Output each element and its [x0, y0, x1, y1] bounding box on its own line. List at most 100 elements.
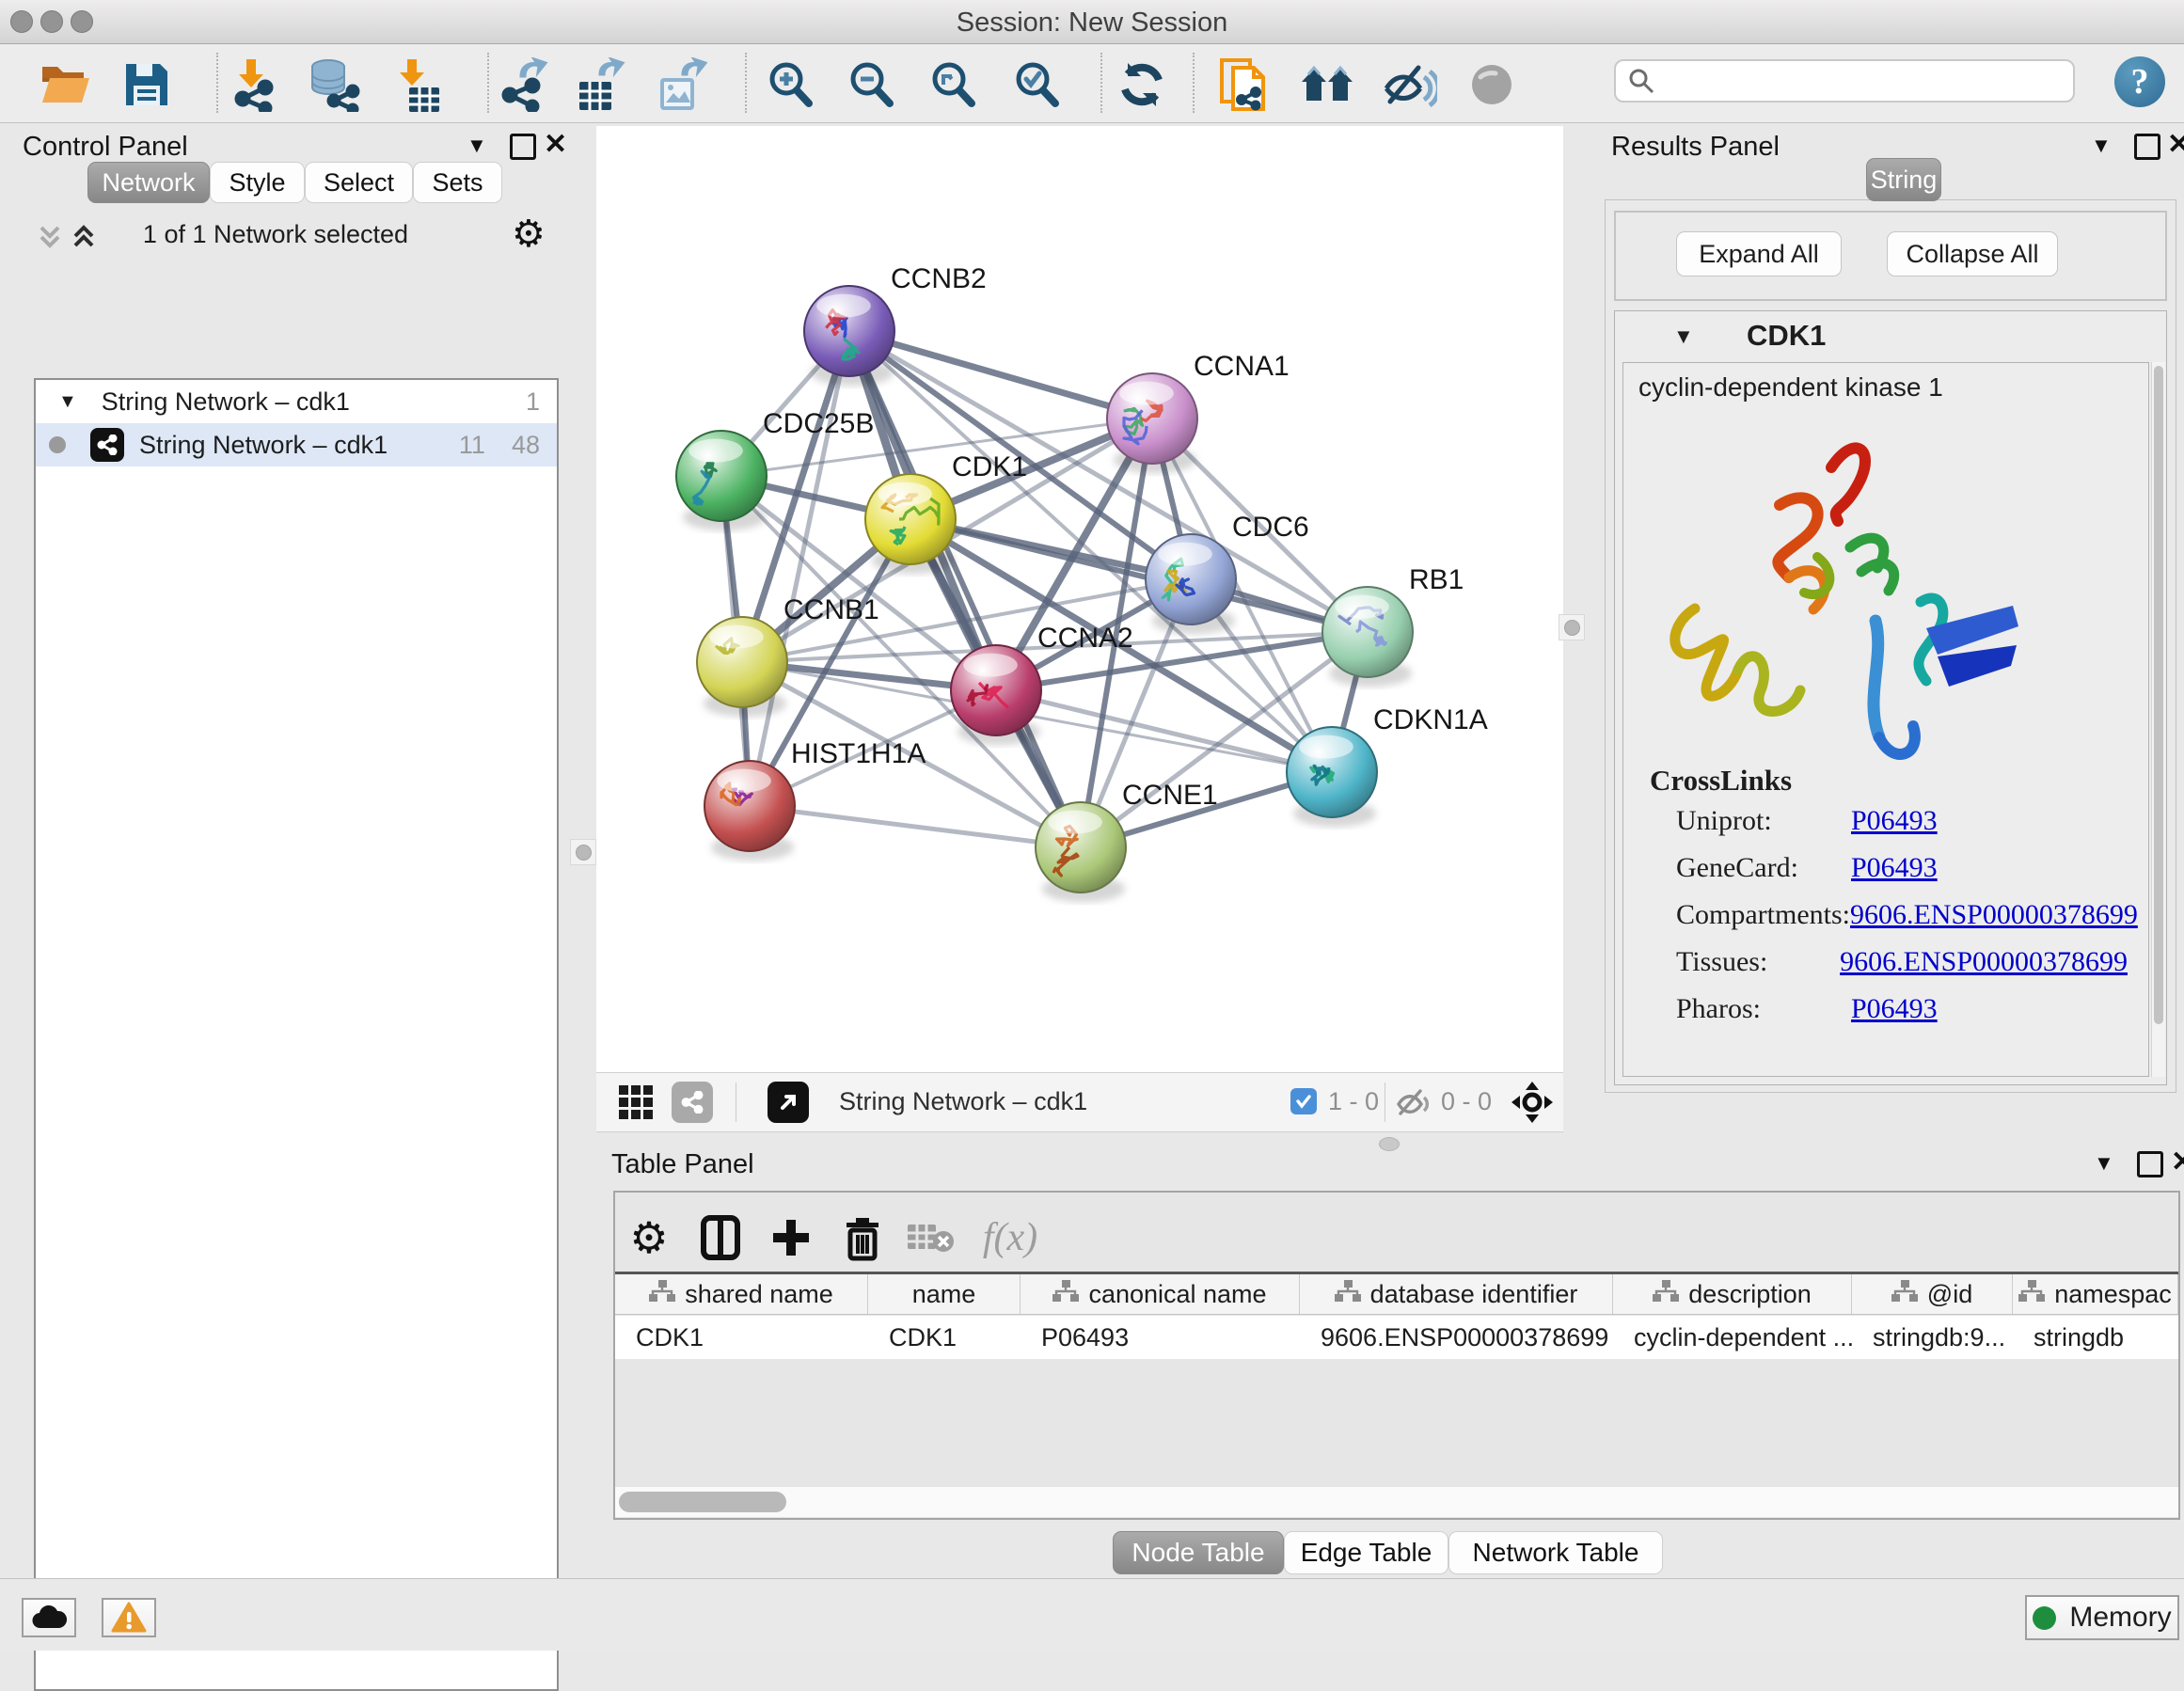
table-add-icon[interactable]: [763, 1209, 819, 1266]
scrollbar-thumb[interactable]: [619, 1492, 786, 1512]
table-cell[interactable]: CDK1: [615, 1316, 868, 1359]
birds-eye-view-icon[interactable]: [1511, 1081, 1554, 1129]
import-network-icon[interactable]: [222, 55, 286, 114]
column-header-description[interactable]: description: [1613, 1274, 1852, 1314]
crosslink-link[interactable]: P06493: [1851, 805, 1938, 837]
table-cell[interactable]: stringdb:9...: [1852, 1316, 2013, 1359]
tab-string[interactable]: String: [1866, 158, 1941, 201]
network-collection-row[interactable]: ▼ String Network – cdk1 1: [36, 380, 557, 423]
network-edge[interactable]: [849, 331, 1081, 847]
open-folder-icon[interactable]: [34, 55, 98, 114]
network-node-CCNB2[interactable]: [804, 286, 894, 386]
zoom-in-icon[interactable]: [758, 55, 822, 114]
table-panel-close-icon[interactable]: ✕: [2171, 1146, 2184, 1178]
table-delete-table-icon[interactable]: [902, 1209, 958, 1266]
memory-button[interactable]: Memory: [2025, 1595, 2179, 1640]
crosslink-link[interactable]: 9606.ENSP00000378699: [1850, 899, 2138, 931]
cloud-button[interactable]: [22, 1598, 76, 1637]
network-node-CCNA2[interactable]: [951, 645, 1041, 745]
tab-select[interactable]: Select: [305, 162, 413, 203]
table-columns-icon[interactable]: [692, 1209, 749, 1266]
tab-sets[interactable]: Sets: [413, 162, 502, 203]
column-header-namespac[interactable]: namespac: [2013, 1274, 2178, 1314]
column-header-shared-name[interactable]: shared name: [615, 1274, 868, 1314]
help-button[interactable]: ?: [2114, 56, 2165, 107]
table-delete-icon[interactable]: [834, 1209, 891, 1266]
tab-edge-table[interactable]: Edge Table: [1284, 1531, 1448, 1574]
show-all-eye-icon[interactable]: [1460, 55, 1524, 114]
results-panel-collapse-icon[interactable]: ▼: [2091, 134, 2112, 158]
tab-node-table[interactable]: Node Table: [1113, 1531, 1284, 1574]
vertical-splitter-handle[interactable]: [1559, 614, 1585, 640]
table-cell[interactable]: stringdb: [2013, 1316, 2178, 1359]
export-image-icon[interactable]: [649, 55, 713, 114]
network-canvas[interactable]: CCNB2CCNA1CDC25BCDK1CDC6RB1CCNB1CCNA2CDK…: [596, 126, 1563, 1072]
table-cell[interactable]: cyclin-dependent ...: [1613, 1316, 1852, 1359]
grid-view-icon[interactable]: [617, 1083, 655, 1126]
export-network-icon[interactable]: [491, 55, 555, 114]
gear-icon[interactable]: ⚙: [512, 213, 546, 256]
column-header-canonical-name[interactable]: canonical name: [1021, 1274, 1300, 1314]
hide-selected-eye-icon[interactable]: [1378, 55, 1442, 114]
column-header-@id[interactable]: @id: [1852, 1274, 2013, 1314]
collapse-all-button[interactable]: Collapse All: [1887, 231, 2058, 277]
expand-all-button[interactable]: Expand All: [1676, 231, 1842, 277]
network-node-HIST1H1A[interactable]: [704, 761, 795, 861]
warning-button[interactable]: [102, 1598, 156, 1637]
string-style-icon[interactable]: [672, 1082, 713, 1123]
crosslink-link[interactable]: P06493: [1851, 993, 1938, 1025]
tab-network[interactable]: Network: [87, 162, 210, 203]
network-node-CDK1[interactable]: [865, 474, 956, 574]
control-panel-float-icon[interactable]: [510, 134, 536, 160]
zoom-fit-icon[interactable]: [921, 55, 985, 114]
export-table-icon[interactable]: [568, 55, 632, 114]
crosslink-link[interactable]: P06493: [1851, 852, 1938, 884]
first-neighbors-icon[interactable]: [1295, 55, 1359, 114]
table-cell[interactable]: P06493: [1021, 1316, 1300, 1359]
tab-style[interactable]: Style: [210, 162, 305, 203]
selected-checkbox-icon[interactable]: [1290, 1088, 1317, 1114]
gene-collapse-arrow-icon[interactable]: ▼: [1673, 324, 1694, 349]
open-in-new-window-icon[interactable]: [768, 1082, 809, 1123]
column-header-database-identifier[interactable]: database identifier: [1300, 1274, 1613, 1314]
table-cell[interactable]: CDK1: [868, 1316, 1021, 1359]
table-gear-icon[interactable]: ⚙: [621, 1209, 677, 1266]
table-cell[interactable]: 9606.ENSP00000378699: [1300, 1316, 1613, 1359]
network-node-CDKN1A[interactable]: [1287, 727, 1377, 827]
table-row[interactable]: CDK1CDK1P064939606.ENSP00000378699cyclin…: [615, 1316, 2178, 1359]
network-row[interactable]: String Network – cdk1 11 48: [36, 423, 557, 466]
collection-expand-arrow-icon[interactable]: ▼: [58, 391, 77, 413]
collapse-all-chevrons-icon[interactable]: [68, 222, 100, 252]
vertical-splitter-handle[interactable]: [570, 839, 596, 865]
import-table-icon[interactable]: [384, 55, 448, 114]
tab-network-table[interactable]: Network Table: [1448, 1531, 1663, 1574]
results-panel-float-icon[interactable]: [2134, 134, 2160, 160]
network-node-CCNB1[interactable]: [697, 617, 787, 717]
expand-all-chevrons-icon[interactable]: [34, 222, 66, 252]
table-panel-float-icon[interactable]: [2137, 1151, 2163, 1177]
control-panel-close-icon[interactable]: ✕: [544, 128, 567, 161]
copy-network-icon[interactable]: [1211, 55, 1275, 114]
control-panel-collapse-icon[interactable]: ▼: [467, 134, 487, 158]
results-panel-close-icon[interactable]: ✕: [2167, 128, 2184, 161]
zoom-selected-icon[interactable]: [1005, 55, 1068, 114]
search-box[interactable]: [1614, 59, 2075, 103]
network-node-CDC25B[interactable]: [676, 431, 767, 530]
search-input[interactable]: [1655, 66, 2035, 97]
import-network-database-icon[interactable]: [301, 55, 365, 114]
table-function-builder-icon[interactable]: f(x): [971, 1209, 1050, 1266]
table-horizontal-scrollbar[interactable]: [615, 1486, 2178, 1517]
table-panel-collapse-icon[interactable]: ▼: [2094, 1151, 2114, 1176]
crosslink-link[interactable]: 9606.ENSP00000378699: [1840, 946, 2128, 978]
network-edge[interactable]: [750, 331, 849, 806]
zoom-out-icon[interactable]: [839, 55, 903, 114]
network-node-RB1[interactable]: [1322, 587, 1413, 687]
column-header-name[interactable]: name: [868, 1274, 1021, 1314]
refresh-icon[interactable]: [1110, 55, 1174, 114]
network-node-CCNE1[interactable]: [1036, 802, 1126, 902]
results-scrollbar[interactable]: [2151, 362, 2165, 1077]
network-edge[interactable]: [750, 806, 1081, 847]
network-node-CCNA1[interactable]: [1107, 373, 1197, 473]
save-icon[interactable]: [115, 55, 179, 114]
network-node-CDC6[interactable]: [1146, 534, 1236, 634]
